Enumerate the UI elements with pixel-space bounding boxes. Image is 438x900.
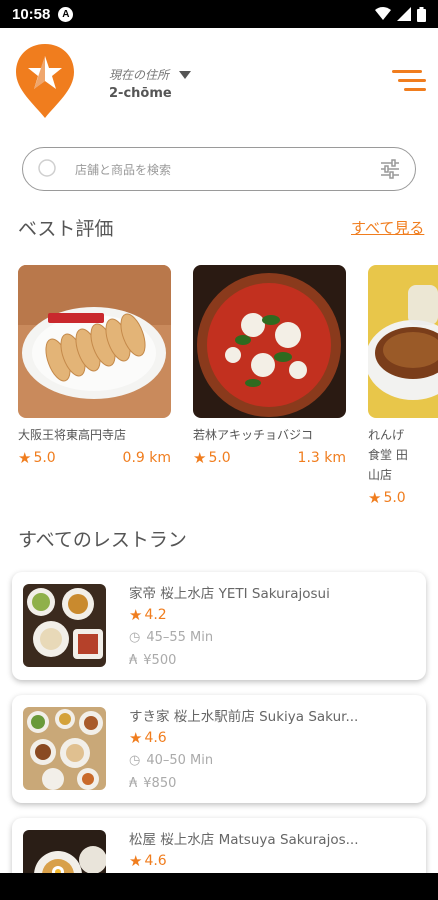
restaurant-card[interactable]: すき家 桜上水駅前店 Sukiya Sakur... ★ 4.6 ◷ 40–50 M… <box>12 695 426 803</box>
best-card[interactable]: 若林アキッチョバジコ ★ 5.0 1.3 km <box>193 265 346 467</box>
star-icon: ★ <box>368 489 382 507</box>
search-bar[interactable]: 店舗と商品を検索 <box>22 147 416 191</box>
see-all-link[interactable]: すべて見る <box>351 217 424 238</box>
price-icon: ₳ <box>129 776 138 791</box>
app-header: 現在の住所 2-chōme <box>0 28 438 138</box>
best-card-rating: 5.0 <box>383 490 406 506</box>
location-label: 現在の住所 <box>109 68 170 82</box>
best-card-rating: 5.0 <box>33 450 56 466</box>
battery-icon <box>417 6 426 22</box>
best-card[interactable]: 大阪王将東高円寺店 ★ 5.0 0.9 km <box>18 265 171 467</box>
filter-icon[interactable] <box>379 158 401 180</box>
dropdown-caret-icon <box>179 70 192 79</box>
star-icon: ★ <box>129 606 143 624</box>
restaurant-name: 家帝 桜上水店 YETI Sakurajosui <box>129 586 330 602</box>
search-icon <box>38 159 56 177</box>
best-card-name: 若林アキッチョバジコ <box>193 428 314 442</box>
restaurant-card[interactable]: 家帝 桜上水店 YETI Sakurajosui ★ 4.2 ◷ 45–55 Min… <box>12 572 426 680</box>
clock-icon: ◷ <box>129 753 141 768</box>
star-icon: ★ <box>129 852 143 870</box>
best-card-distance: 0.9 km <box>122 450 171 466</box>
star-icon: ★ <box>193 449 207 467</box>
location-selector[interactable]: 現在の住所 <box>109 66 192 83</box>
best-card-meta: ★ 5.0 <box>368 489 438 507</box>
status-icons <box>375 6 426 22</box>
location-value[interactable]: 2-chōme <box>109 86 172 101</box>
price-icon: ₳ <box>129 653 138 668</box>
pizza-photo <box>193 265 346 418</box>
notification-icon: A <box>58 6 74 22</box>
best-card[interactable]: れんげ食堂 田山店 ★ 5.0 <box>368 265 438 507</box>
menu-button[interactable] <box>392 70 426 96</box>
restaurant-rating: 4.6 <box>144 730 167 746</box>
search-input[interactable]: 店舗と商品を検索 <box>75 161 379 178</box>
all-restaurants-title: すべてのレストラン <box>18 529 187 551</box>
star-icon: ★ <box>129 729 143 747</box>
restaurant-name: すき家 桜上水駅前店 Sukiya Sakur... <box>129 709 359 725</box>
restaurant-photo <box>23 707 106 790</box>
restaurant-rating: 4.2 <box>144 607 167 623</box>
app-logo-icon <box>16 44 74 118</box>
gyoza-photo <box>18 265 171 418</box>
best-card-rating: 5.0 <box>208 450 231 466</box>
best-card-name: れんげ食堂 田山店 <box>368 428 408 482</box>
system-nav-bar <box>0 873 438 900</box>
restaurant-price: ¥500 <box>143 653 177 668</box>
soup-photo <box>368 265 438 418</box>
wifi-icon <box>375 7 391 20</box>
restaurant-price: ¥850 <box>143 776 177 791</box>
status-time: 10:58 <box>12 5 51 23</box>
star-icon: ★ <box>18 449 32 467</box>
best-card-distance: 1.3 km <box>297 450 346 466</box>
best-card-name: 大阪王将東高円寺店 <box>18 428 127 442</box>
restaurant-delivery-time: 45–55 Min <box>146 630 214 645</box>
clock-icon: ◷ <box>129 630 141 645</box>
best-rated-title: ベスト評価 <box>18 218 114 240</box>
best-card-meta: ★ 5.0 1.3 km <box>193 449 346 467</box>
restaurant-delivery-time: 40–50 Min <box>146 753 214 768</box>
status-bar: 10:58 A <box>0 0 438 28</box>
best-card-meta: ★ 5.0 0.9 km <box>18 449 171 467</box>
restaurant-rating: 4.6 <box>144 853 167 869</box>
restaurant-name: 松屋 桜上水店 Matsuya Sakurajos... <box>129 832 359 848</box>
restaurant-photo <box>23 584 106 667</box>
signal-icon <box>397 7 411 21</box>
